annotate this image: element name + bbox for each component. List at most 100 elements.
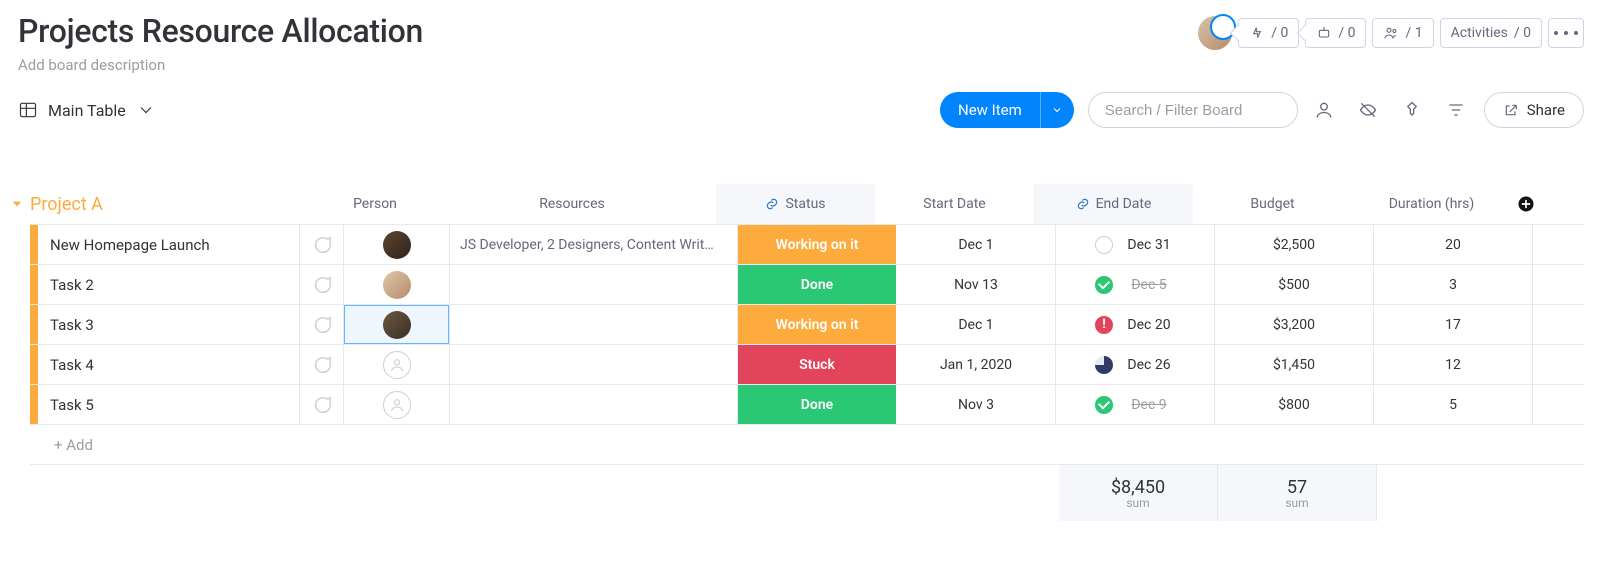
cell-resources[interactable] xyxy=(450,265,738,304)
board-title[interactable]: Projects Resource Allocation xyxy=(18,12,1198,50)
cell-resources[interactable] xyxy=(450,345,738,384)
col-status[interactable]: Status xyxy=(716,184,875,224)
chat-icon[interactable] xyxy=(300,385,344,424)
cell-start-date[interactable]: Nov 3 xyxy=(897,385,1056,424)
row-handle[interactable] xyxy=(30,345,38,384)
board-description[interactable]: Add board description xyxy=(18,56,1198,74)
table-row[interactable]: Task 4 Stuck Jan 1, 2020 Dec 26 $1,450 1… xyxy=(30,345,1584,385)
group-name[interactable]: Project A xyxy=(30,194,322,215)
chevron-down-icon xyxy=(136,100,156,120)
col-person[interactable]: Person xyxy=(322,184,428,224)
cell-end-date[interactable]: !Dec 20 xyxy=(1056,305,1215,344)
cell-duration[interactable]: 12 xyxy=(1374,345,1533,384)
cell-budget[interactable]: $800 xyxy=(1215,385,1374,424)
cell-resources[interactable] xyxy=(450,385,738,424)
cell-status[interactable]: Done xyxy=(738,265,897,304)
view-switcher[interactable]: Main Table xyxy=(18,100,156,120)
chat-icon[interactable] xyxy=(300,345,344,384)
table-row[interactable]: New Homepage Launch JS Developer, 2 Desi… xyxy=(30,225,1584,265)
table-row[interactable]: Task 2 Done Nov 13 Dec 5 $500 3 xyxy=(30,265,1584,305)
row-handle[interactable] xyxy=(30,225,38,264)
integrations-pill[interactable]: / 0 xyxy=(1305,18,1366,48)
row-handle[interactable] xyxy=(30,305,38,344)
cell-status[interactable]: Working on it xyxy=(738,225,897,264)
cell-status[interactable]: Done xyxy=(738,385,897,424)
cell-budget[interactable]: $2,500 xyxy=(1215,225,1374,264)
cell-duration[interactable]: 20 xyxy=(1374,225,1533,264)
hide-columns[interactable] xyxy=(1350,92,1386,128)
item-name[interactable]: New Homepage Launch xyxy=(38,225,300,264)
cell-start-date[interactable]: Dec 1 xyxy=(897,225,1056,264)
cell-start-date[interactable]: Jan 1, 2020 xyxy=(897,345,1056,384)
item-name[interactable]: Task 4 xyxy=(38,345,300,384)
cell-start-date[interactable]: Nov 13 xyxy=(897,265,1056,304)
board-owner-avatar[interactable] xyxy=(1198,16,1232,50)
pin-icon xyxy=(1402,100,1422,120)
sum-budget: $8,450sum xyxy=(1059,465,1218,521)
members-pill[interactable]: / 1 xyxy=(1372,18,1433,48)
cell-end-date[interactable]: Dec 31 xyxy=(1056,225,1215,264)
cell-status[interactable]: Working on it xyxy=(738,305,897,344)
col-resources[interactable]: Resources xyxy=(428,184,716,224)
cell-person[interactable] xyxy=(344,385,450,424)
sum-duration: 57sum xyxy=(1218,465,1377,521)
pin-button[interactable] xyxy=(1394,92,1430,128)
cell-person[interactable] xyxy=(344,265,450,304)
person-icon xyxy=(1314,100,1334,120)
col-duration[interactable]: Duration (hrs) xyxy=(1352,184,1511,224)
filter-icon xyxy=(1446,100,1466,120)
cell-duration[interactable]: 3 xyxy=(1374,265,1533,304)
person-filter[interactable] xyxy=(1306,92,1342,128)
cell-duration[interactable]: 5 xyxy=(1374,385,1533,424)
add-row[interactable]: + Add xyxy=(30,425,1584,465)
add-column[interactable] xyxy=(1511,194,1541,214)
cell-end-date[interactable]: Dec 26 xyxy=(1056,345,1215,384)
cell-resources[interactable]: JS Developer, 2 Designers, Content Writ… xyxy=(450,225,738,264)
person-avatar[interactable] xyxy=(383,311,411,339)
new-item-dropdown[interactable] xyxy=(1040,92,1074,128)
search-input[interactable] xyxy=(1088,92,1298,128)
filter-button[interactable] xyxy=(1438,92,1474,128)
chevron-down-icon xyxy=(1051,104,1063,116)
item-name[interactable]: Task 5 xyxy=(38,385,300,424)
cell-budget[interactable]: $3,200 xyxy=(1215,305,1374,344)
cell-end-date[interactable]: Dec 9 xyxy=(1056,385,1215,424)
table-row[interactable]: Task 3 Working on it Dec 1 !Dec 20 $3,20… xyxy=(30,305,1584,345)
cell-person[interactable] xyxy=(344,345,450,384)
automations-pill[interactable]: / 0 xyxy=(1238,18,1299,48)
chat-icon[interactable] xyxy=(300,265,344,304)
cell-budget[interactable]: $1,450 xyxy=(1215,345,1374,384)
cell-start-date[interactable]: Dec 1 xyxy=(897,305,1056,344)
group-collapse[interactable] xyxy=(8,195,26,213)
row-handle[interactable] xyxy=(30,385,38,424)
group-header: Project A Person Resources Status Start … xyxy=(8,184,1584,224)
chat-icon[interactable] xyxy=(300,305,344,344)
person-avatar[interactable] xyxy=(383,231,411,259)
automation-icon xyxy=(1249,25,1265,41)
row-handle[interactable] xyxy=(30,265,38,304)
cell-duration[interactable]: 17 xyxy=(1374,305,1533,344)
person-empty[interactable] xyxy=(383,391,411,419)
cell-budget[interactable]: $500 xyxy=(1215,265,1374,304)
col-budget[interactable]: Budget xyxy=(1193,184,1352,224)
person-avatar[interactable] xyxy=(383,271,411,299)
cell-person[interactable] xyxy=(344,305,450,344)
share-button[interactable]: Share xyxy=(1484,92,1584,128)
person-empty[interactable] xyxy=(383,351,411,379)
new-item-button[interactable]: New Item xyxy=(940,92,1074,128)
chat-icon[interactable] xyxy=(300,225,344,264)
cell-resources[interactable] xyxy=(450,305,738,344)
activities-pill[interactable]: Activities / 0 xyxy=(1440,18,1542,48)
link-icon xyxy=(765,197,779,211)
cell-person[interactable] xyxy=(344,225,450,264)
more-menu[interactable] xyxy=(1548,18,1584,48)
col-end-date[interactable]: End Date xyxy=(1034,184,1193,224)
cell-end-date[interactable]: Dec 5 xyxy=(1056,265,1215,304)
view-name: Main Table xyxy=(48,101,126,120)
item-name[interactable]: Task 2 xyxy=(38,265,300,304)
table-row[interactable]: Task 5 Done Nov 3 Dec 9 $800 5 xyxy=(30,385,1584,425)
item-name[interactable]: Task 3 xyxy=(38,305,300,344)
cell-status[interactable]: Stuck xyxy=(738,345,897,384)
people-icon xyxy=(1383,25,1399,41)
col-start-date[interactable]: Start Date xyxy=(875,184,1034,224)
